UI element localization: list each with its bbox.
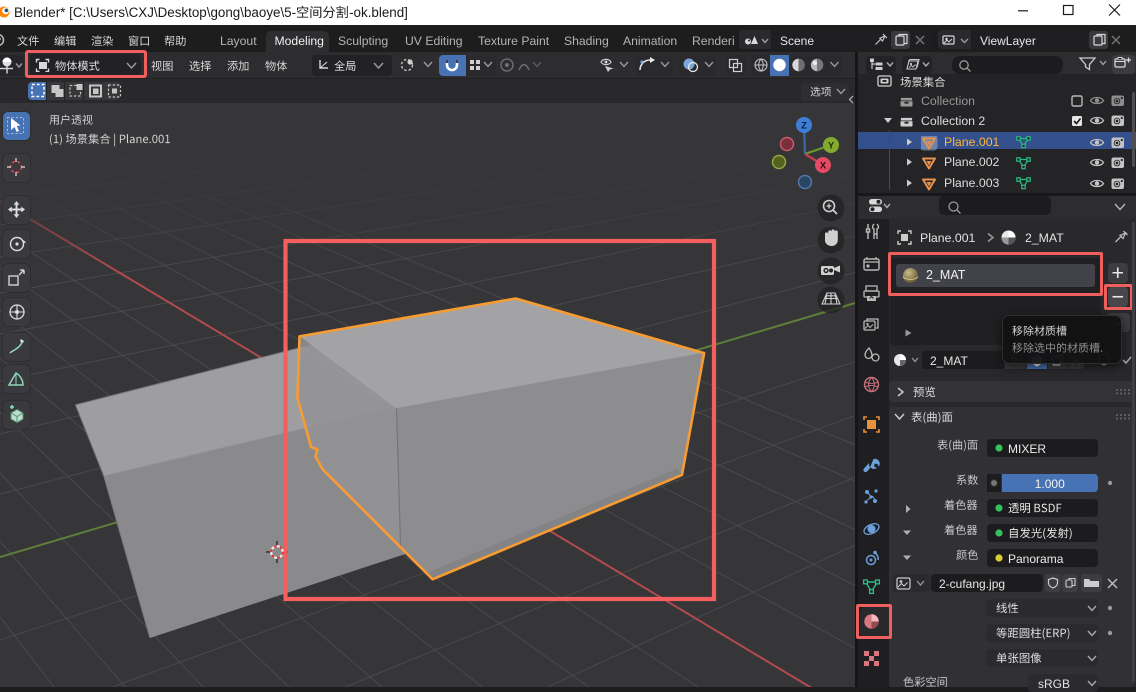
svg-text:X: X bbox=[820, 161, 827, 172]
svg-text:Y: Y bbox=[828, 141, 835, 152]
svg-text:Z: Z bbox=[801, 121, 807, 132]
